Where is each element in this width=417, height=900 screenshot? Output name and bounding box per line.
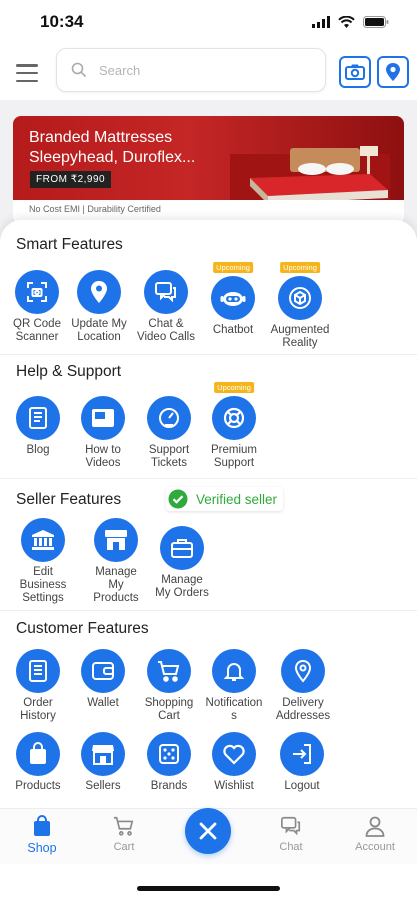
blog-icon [29,407,47,429]
sellers-button[interactable]: Sellers [65,732,141,793]
nav-shop-label: Shop [27,841,57,855]
nav-account[interactable]: Account [340,815,410,853]
upcoming-badge: Upcoming [214,382,254,393]
lifebuoy-icon [223,407,245,429]
banner-title-2: Sleepyhead, Duroflex... [29,149,196,166]
search-box[interactable] [56,48,326,92]
nav-account-label: Account [355,841,395,853]
verified-seller-badge: Verified seller [166,487,284,511]
status-bar: 10:34 [0,0,417,44]
order-history-icon [29,660,47,682]
how-to-videos-button[interactable]: How to Videos [65,396,141,470]
features-sheet: Smart Features QR Code Scanner Update My L… [0,220,417,810]
bell-icon [223,663,245,681]
heart-icon [223,744,245,765]
nav-cart[interactable]: Cart [89,815,159,853]
close-menu-button[interactable] [185,808,231,854]
customer-features-title: Customer Features [16,620,149,637]
bag-icon [30,742,46,764]
seller-features-title: Seller Features [16,491,122,508]
location-scan-button[interactable] [377,56,409,88]
home-indicator [137,886,280,891]
logout-button[interactable]: Logout [264,732,340,793]
check-circle-icon [168,489,188,509]
cart-icon [113,816,134,836]
dice-icon [159,744,179,764]
verified-seller-label: Verified seller [196,491,278,507]
promo-banner[interactable]: Branded Mattresses Sleepyhead, Duroflex.… [13,116,404,226]
battery-icon [363,16,389,28]
update-location-button[interactable]: Update My Location [61,270,137,344]
robot-icon [220,292,246,306]
top-bar [0,44,417,100]
banner-price: FROM ₹2,990 [30,171,112,188]
gauge-icon [159,408,179,428]
status-time: 10:34 [40,12,84,31]
edit-business-settings-button[interactable]: Edit Business Settings [5,518,81,605]
delivery-addresses-button[interactable]: Delivery Addresses [265,649,341,723]
location-pin-icon [91,281,107,303]
upcoming-badge: Upcoming [213,262,253,273]
app-screen: 10:34 Branded Mattresses Sleepyhead, Dur… [0,0,417,900]
chat-video-button[interactable]: Chat & Video Calls [128,270,204,344]
camera-icon [345,64,365,80]
logout-icon [293,744,311,764]
upcoming-badge: Upcoming [280,262,320,273]
notifications-button[interactable]: Notification s [196,649,272,723]
search-input[interactable] [99,62,299,78]
location-pin-icon [294,659,312,683]
signal-icon [312,16,330,28]
cube-icon [289,287,311,309]
chat-icon [155,282,176,303]
nav-chat[interactable]: Chat [256,815,326,853]
search-icon [71,62,87,78]
shop-icon [92,745,114,765]
smart-features-title: Smart Features [16,236,123,253]
shopping-bag-icon [34,815,50,836]
location-scan-icon [386,63,400,81]
banner-title-1: Branded Mattresses [29,129,173,146]
nav-shop[interactable]: Shop [7,815,77,855]
cart-icon [158,661,180,682]
manage-orders-button[interactable]: Manage My Orders [144,526,220,600]
wifi-icon [338,16,355,28]
wallet-icon [92,662,114,680]
wallet-button[interactable]: Wallet [65,649,141,710]
close-icon [199,822,217,840]
mattress-image [230,146,390,206]
briefcase-icon [171,539,193,558]
qr-scan-icon [27,282,47,302]
chatbot-button[interactable]: Upcoming Chatbot [195,262,271,337]
account-icon [365,816,385,837]
chat-icon [281,816,301,836]
camera-search-button[interactable] [339,56,371,88]
nav-chat-label: Chat [279,841,303,853]
augmented-reality-button[interactable]: Upcoming Augmented Reality [262,262,338,350]
store-icon [105,530,127,550]
bank-icon [32,530,54,550]
wishlist-button[interactable]: Wishlist [196,732,272,793]
manage-products-button[interactable]: Manage My Products [78,518,154,605]
help-support-title: Help & Support [16,363,122,380]
menu-icon[interactable] [16,64,38,82]
premium-support-button[interactable]: Upcoming Premium Support [196,382,272,470]
nav-cart-label: Cart [113,841,135,853]
video-icon [92,409,114,427]
